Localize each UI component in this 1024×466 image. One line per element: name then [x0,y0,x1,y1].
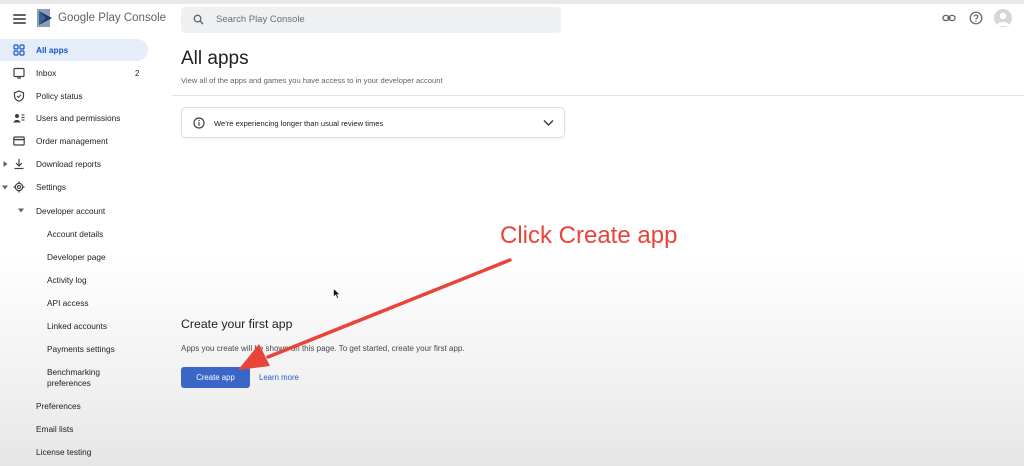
annotation-arrow [238,258,512,370]
mouse-cursor-icon [333,288,341,299]
